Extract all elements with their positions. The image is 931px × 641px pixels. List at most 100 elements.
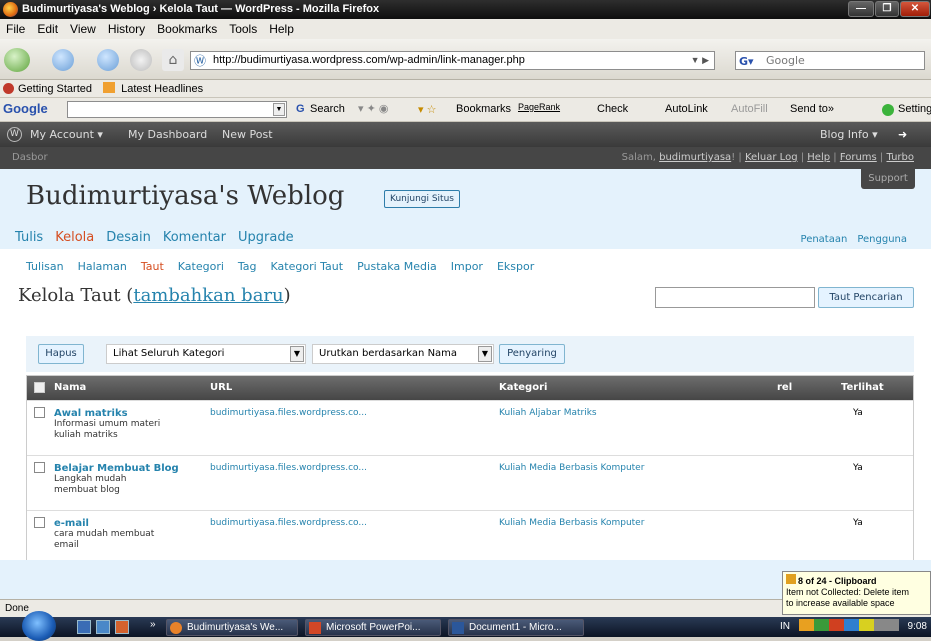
- gtoolbar-settings[interactable]: Settings: [898, 103, 931, 115]
- turbo-link[interactable]: Turbo: [886, 152, 914, 163]
- menu-bookmarks[interactable]: Bookmarks: [151, 22, 223, 36]
- clipboard-notification[interactable]: 8 of 24 - Clipboard Item not Collected: …: [782, 571, 931, 615]
- help-link[interactable]: Help: [807, 152, 830, 163]
- subtab-impor[interactable]: Impor: [451, 260, 483, 273]
- search-input[interactable]: G▾ Google: [735, 51, 925, 70]
- header-url[interactable]: URL: [210, 376, 232, 400]
- show-desktop-icon[interactable]: [77, 620, 91, 634]
- visit-site-button[interactable]: Kunjungi Situs: [384, 190, 460, 208]
- link-url[interactable]: budimurtiyasa.files.wordpress.co...: [210, 518, 367, 528]
- language-indicator[interactable]: IN: [780, 621, 790, 632]
- forward-button[interactable]: [52, 49, 74, 71]
- sort-select[interactable]: Urutkan berdasarkan Nama ▼: [312, 344, 494, 364]
- link-name[interactable]: Belajar Membuat Blog: [54, 463, 179, 474]
- url-bar[interactable]: Ⓦ http://budimurtiyasa.wordpress.com/wp-…: [190, 51, 715, 70]
- tab-pengguna[interactable]: Pengguna: [857, 234, 907, 245]
- subtab-tulisan[interactable]: Tulisan: [26, 260, 64, 273]
- select-all-checkbox[interactable]: [34, 382, 45, 393]
- tray-icons[interactable]: [798, 619, 899, 631]
- google-toolbar-search-input[interactable]: ▼: [67, 101, 287, 118]
- header-name[interactable]: Nama: [54, 376, 86, 400]
- link-visible: Ya: [853, 463, 863, 473]
- gtoolbar-extra-icon[interactable]: ▾ ✦ ◉: [358, 102, 388, 115]
- link-search-input[interactable]: [655, 287, 815, 308]
- arrow-right-icon[interactable]: ➜: [898, 122, 907, 147]
- link-category[interactable]: Kuliah Media Berbasis Komputer: [499, 518, 644, 528]
- header-category[interactable]: Kategori: [499, 376, 547, 400]
- gtoolbar-search[interactable]: Search: [310, 103, 345, 115]
- gtoolbar-autolink[interactable]: AutoLink: [665, 103, 708, 115]
- tab-kelola[interactable]: Kelola: [55, 230, 94, 245]
- link-name[interactable]: e-mail: [54, 518, 169, 529]
- wpbar-new-post[interactable]: New Post: [222, 122, 273, 147]
- subtab-taut[interactable]: Taut: [141, 260, 164, 273]
- taskbar-item-firefox[interactable]: Budimurtiyasa's We...: [166, 619, 298, 636]
- gtoolbar-bookmarks[interactable]: Bookmarks: [456, 103, 511, 115]
- minimize-button[interactable]: —: [848, 1, 874, 17]
- switch-windows-icon[interactable]: [96, 620, 110, 634]
- link-category[interactable]: Kuliah Media Berbasis Komputer: [499, 463, 644, 473]
- gtoolbar-autofill[interactable]: AutoFill: [731, 103, 768, 115]
- row-checkbox[interactable]: [34, 517, 45, 528]
- category-select[interactable]: Lihat Seluruh Kategori ▼: [106, 344, 306, 364]
- subtab-pustaka-media[interactable]: Pustaka Media: [357, 260, 437, 273]
- delete-button[interactable]: Hapus: [38, 344, 84, 364]
- home-icon[interactable]: ⌂: [162, 49, 184, 71]
- bookmark-getting-started[interactable]: Getting Started: [18, 83, 92, 95]
- dashboard-header: Dasbor Salam, budimurtiyasa! | Keluar Lo…: [0, 147, 931, 169]
- close-button[interactable]: ✕: [900, 1, 930, 17]
- tab-komentar[interactable]: Komentar: [163, 230, 226, 245]
- menu-tools[interactable]: Tools: [223, 22, 263, 36]
- tab-tulis[interactable]: Tulis: [15, 230, 43, 245]
- quicklaunch-expand-icon[interactable]: »: [150, 619, 156, 630]
- menu-help[interactable]: Help: [263, 22, 300, 36]
- gtoolbar-check[interactable]: Check: [597, 103, 628, 115]
- forums-link[interactable]: Forums: [840, 152, 877, 163]
- subtab-tag[interactable]: Tag: [238, 260, 257, 273]
- logout-link[interactable]: Keluar Log: [745, 152, 798, 163]
- bookmark-latest-headlines[interactable]: Latest Headlines: [121, 83, 203, 95]
- row-checkbox[interactable]: [34, 407, 45, 418]
- tab-desain[interactable]: Desain: [106, 230, 151, 245]
- google-toolbar: Google ▼ G Search ▾ ✦ ◉ ▾ ☆ Bookmarks Pa…: [0, 98, 931, 122]
- media-player-icon[interactable]: [115, 620, 129, 634]
- subtab-halaman[interactable]: Halaman: [78, 260, 127, 273]
- wordpress-favicon-icon: Ⓦ: [194, 54, 207, 68]
- taskbar-item-powerpoint[interactable]: Microsoft PowerPoi...: [305, 619, 441, 636]
- dasbor-label[interactable]: Dasbor: [12, 147, 48, 169]
- reload-icon[interactable]: [97, 49, 119, 71]
- clock[interactable]: 9:08: [908, 621, 927, 632]
- wpbar-my-account[interactable]: My Account ▾: [30, 122, 103, 147]
- back-button[interactable]: [4, 48, 30, 72]
- menu-file[interactable]: File: [0, 22, 31, 36]
- stop-icon[interactable]: [130, 49, 152, 71]
- url-dropdown-icon[interactable]: ▼ ▶: [691, 52, 709, 69]
- gtoolbar-pagerank[interactable]: PageRank: [518, 102, 560, 112]
- gtoolbar-send-to[interactable]: Send to»: [790, 103, 834, 115]
- tab-upgrade[interactable]: Upgrade: [238, 230, 294, 245]
- search-links-button[interactable]: Taut Pencarian: [818, 287, 914, 308]
- row-checkbox[interactable]: [34, 462, 45, 473]
- taskbar-item-word[interactable]: Document1 - Micro...: [448, 619, 584, 636]
- add-new-link[interactable]: tambahkan baru: [133, 285, 283, 306]
- subtab-kategori-taut[interactable]: Kategori Taut: [271, 260, 344, 273]
- support-button[interactable]: Support: [861, 169, 915, 189]
- tab-penataan[interactable]: Penataan: [801, 234, 848, 245]
- restore-button[interactable]: ❐: [875, 1, 899, 17]
- blog-header: Budimurtiyasa's Weblog Kunjungi Situs Tu…: [0, 169, 931, 249]
- menu-edit[interactable]: Edit: [31, 22, 64, 36]
- wpbar-blog-info[interactable]: Blog Info ▾: [820, 122, 878, 147]
- menu-history[interactable]: History: [102, 22, 151, 36]
- link-category[interactable]: Kuliah Aljabar Matriks: [499, 408, 597, 418]
- menu-view[interactable]: View: [64, 22, 102, 36]
- wpbar-my-dashboard[interactable]: My Dashboard: [128, 122, 207, 147]
- subtab-kategori[interactable]: Kategori: [178, 260, 224, 273]
- subtab-ekspor[interactable]: Ekspor: [497, 260, 534, 273]
- link-url[interactable]: budimurtiyasa.files.wordpress.co...: [210, 408, 367, 418]
- link-name[interactable]: Awal matriks: [54, 408, 169, 419]
- filter-button[interactable]: Penyaring: [499, 344, 565, 364]
- user-link[interactable]: budimurtiyasa: [659, 152, 731, 163]
- star-icon[interactable]: ▾ ☆: [418, 103, 436, 116]
- main-content: Tulisan Halaman Taut Kategori Tag Kategori Ta…: [0, 249, 931, 599]
- link-url[interactable]: budimurtiyasa.files.wordpress.co...: [210, 463, 367, 473]
